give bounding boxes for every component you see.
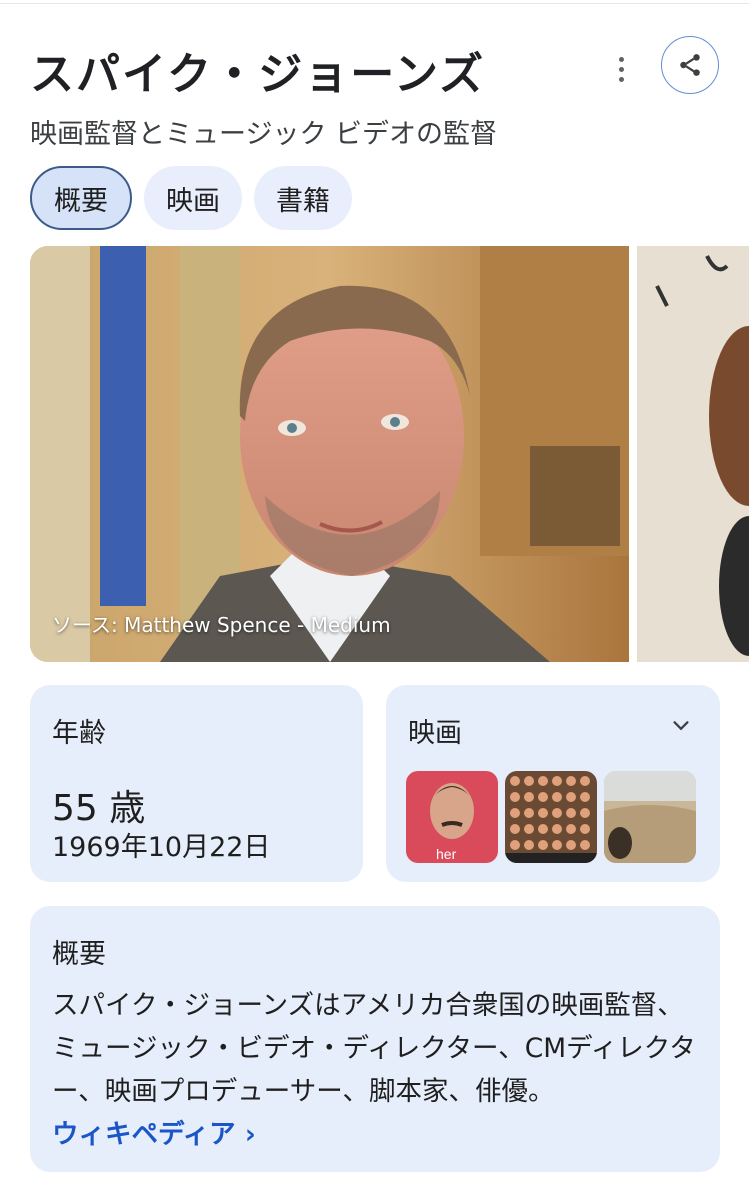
- photo-caption[interactable]: ソース: Matthew Spence - Medium: [52, 609, 391, 638]
- film-thumbnail-label: her: [436, 846, 457, 862]
- portrait-image: [30, 246, 629, 662]
- knowledge-panel-header: スパイク・ジョーンズ: [30, 36, 720, 108]
- main-photo[interactable]: ソース: Matthew Spence - Medium: [30, 246, 629, 662]
- birth-date: 1969年10月22日: [52, 832, 271, 863]
- tab-overview[interactable]: 概要: [30, 166, 132, 230]
- overview-description: スパイク・ジョーンズはアメリカ合衆国の映画監督、ミュージック・ビデオ・ディレクタ…: [52, 990, 696, 1107]
- films-card[interactable]: 映画 her: [386, 685, 720, 882]
- overview-text: スパイク・ジョーンズはアメリカ合衆国の映画監督、ミュージック・ビデオ・ディレクタ…: [52, 984, 700, 1156]
- share-button[interactable]: [661, 36, 719, 94]
- tab-bar: 概要 映画 書籍: [30, 166, 352, 230]
- age-value: 55 歳: [52, 788, 146, 829]
- overview-card: 概要 スパイク・ジョーンズはアメリカ合衆国の映画監督、ミュージック・ビデオ・ディ…: [30, 906, 720, 1172]
- share-icon: [680, 54, 700, 76]
- film-poster-desert: [604, 771, 696, 863]
- film-poster-her: her: [406, 771, 498, 863]
- age-card[interactable]: 年齢 55 歳 1969年10月22日: [30, 685, 363, 882]
- age-card-title: 年齢: [52, 718, 106, 749]
- film-poster-crowd: [505, 771, 597, 863]
- page-subtitle: 映画監督とミュージック ビデオの監督: [30, 119, 498, 150]
- film-thumbnail[interactable]: her: [406, 771, 498, 863]
- wikipedia-link[interactable]: ウィキペディア ›: [52, 1119, 256, 1150]
- more-options-button[interactable]: [608, 52, 634, 86]
- secondary-photo[interactable]: [637, 246, 749, 662]
- film-thumbnails: her: [406, 771, 696, 863]
- top-divider: [0, 0, 749, 4]
- overview-card-title: 概要: [52, 939, 106, 970]
- more-vert-icon: [618, 56, 624, 62]
- tab-books[interactable]: 書籍: [254, 166, 352, 230]
- secondary-image: [637, 246, 749, 662]
- film-thumbnail[interactable]: [604, 771, 696, 863]
- tab-films[interactable]: 映画: [144, 166, 242, 230]
- film-thumbnail[interactable]: [505, 771, 597, 863]
- films-card-title: 映画: [408, 718, 462, 749]
- chevron-down-icon[interactable]: [670, 715, 692, 737]
